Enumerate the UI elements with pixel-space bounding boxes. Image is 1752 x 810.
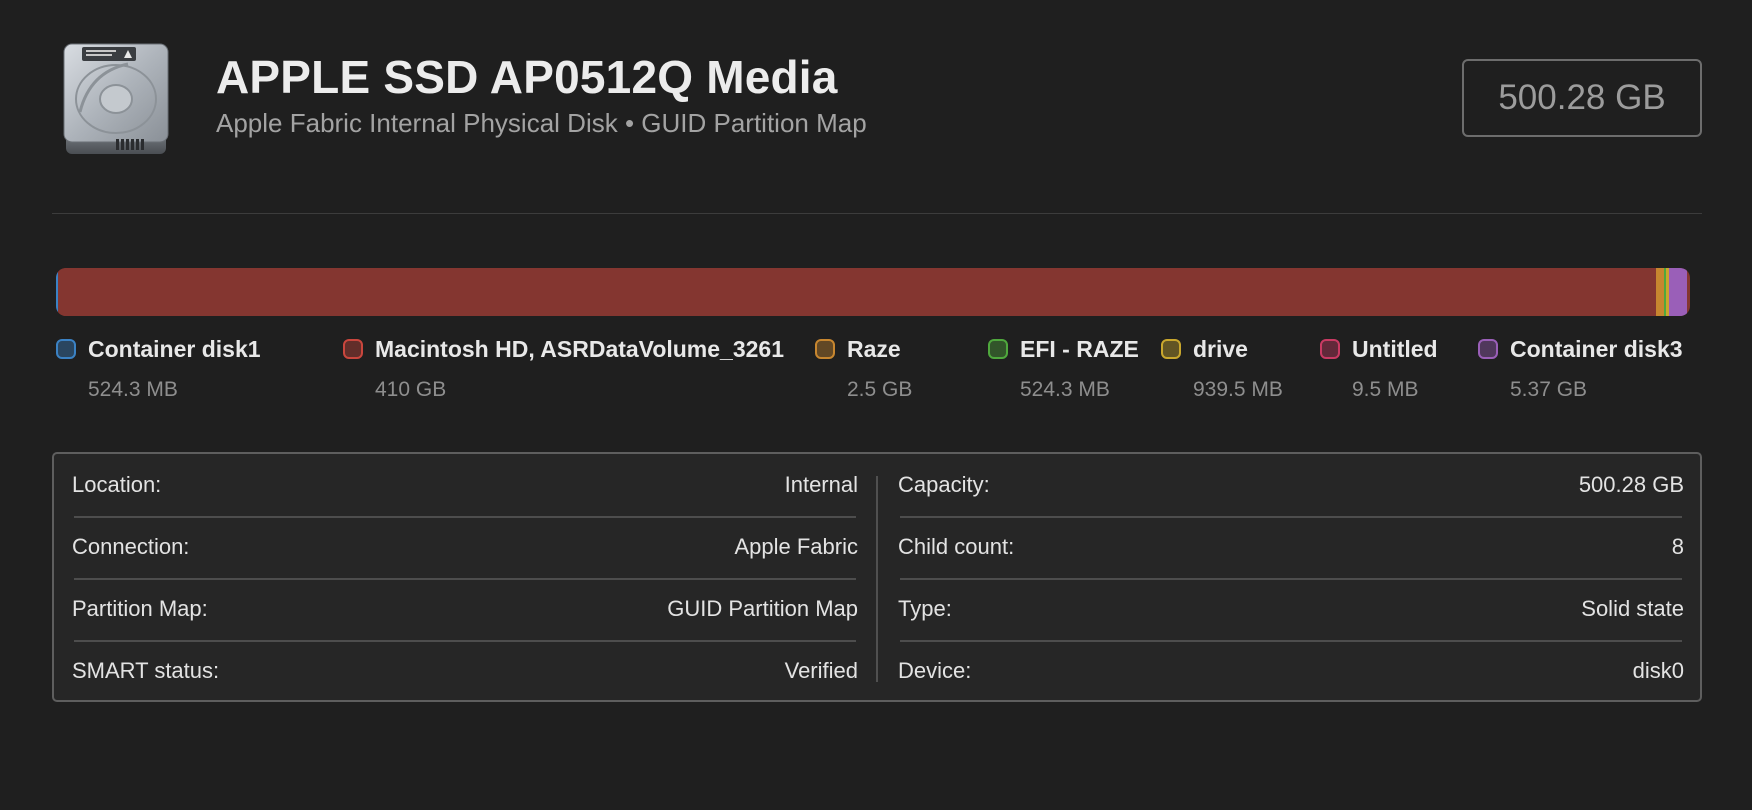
info-label: Partition Map: bbox=[72, 596, 208, 621]
hard-disk-icon bbox=[60, 42, 172, 158]
info-row-smart-status: SMART status: Verified bbox=[72, 640, 858, 702]
info-label: Type: bbox=[898, 596, 952, 621]
info-label: Location: bbox=[72, 472, 162, 497]
usage-segment[interactable] bbox=[1669, 268, 1687, 316]
legend-volume-size: 524.3 MB bbox=[88, 378, 178, 401]
info-column-right: Capacity: 500.28 GB Child count: 8 Type:… bbox=[880, 454, 1702, 700]
color-swatch-icon bbox=[343, 339, 363, 359]
legend-volume-size: 9.5 MB bbox=[1352, 378, 1419, 401]
disk-subtitle: Apple Fabric Internal Physical Disk • GU… bbox=[216, 108, 867, 138]
info-row-child-count: Child count: 8 bbox=[898, 516, 1684, 578]
disk-info-table: Location: Internal Connection: Apple Fab… bbox=[52, 452, 1702, 702]
usage-segment[interactable] bbox=[1655, 268, 1665, 316]
volume-legend: Container disk1 524.3 MB Macintosh HD, ASR… bbox=[0, 334, 1752, 404]
disk-size-badge: 500.28 GB bbox=[1462, 59, 1702, 137]
info-row-partition-map: Partition Map: GUID Partition Map bbox=[72, 578, 858, 640]
legend-volume-name: Container disk1 bbox=[88, 336, 261, 362]
color-swatch-icon bbox=[1478, 339, 1498, 359]
legend-volume-size: 524.3 MB bbox=[1020, 378, 1110, 401]
legend-volume-name: Raze bbox=[847, 336, 901, 362]
legend-volume-name: Macintosh HD, ASRDataVolume_3261 bbox=[375, 336, 785, 362]
info-value: Apple Fabric bbox=[734, 534, 858, 559]
color-swatch-icon bbox=[988, 339, 1008, 359]
info-value: Verified bbox=[784, 658, 858, 683]
info-row-location: Location: Internal bbox=[72, 454, 858, 516]
column-separator bbox=[876, 476, 878, 682]
legend-volume-size: 5.37 GB bbox=[1510, 378, 1588, 401]
info-value: 500.28 GB bbox=[1578, 472, 1684, 497]
info-label: Device: bbox=[898, 658, 972, 683]
color-swatch-icon bbox=[56, 339, 76, 359]
info-value: Internal bbox=[784, 472, 858, 497]
info-column-left: Location: Internal Connection: Apple Fab… bbox=[54, 454, 878, 700]
usage-segment[interactable] bbox=[57, 268, 1656, 316]
info-label: Connection: bbox=[72, 534, 190, 559]
legend-volume-size: 939.5 MB bbox=[1193, 378, 1283, 401]
info-row-capacity: Capacity: 500.28 GB bbox=[898, 454, 1684, 516]
info-label: Child count: bbox=[898, 534, 1015, 559]
info-row-type: Type: Solid state bbox=[898, 578, 1684, 640]
legend-volume-name: drive bbox=[1193, 336, 1248, 362]
info-value: disk0 bbox=[1632, 658, 1684, 683]
disk-header: APPLE SSD AP0512Q Media Apple Fabric Int… bbox=[52, 40, 1702, 160]
color-swatch-icon bbox=[1320, 339, 1340, 359]
color-swatch-icon bbox=[815, 339, 835, 359]
legend-volume-size: 410 GB bbox=[375, 378, 447, 401]
color-swatch-icon bbox=[1161, 339, 1181, 359]
legend-volume-name: EFI - RAZE bbox=[1020, 336, 1139, 362]
legend-volume-name: Untitled bbox=[1352, 336, 1438, 362]
disk-title: APPLE SSD AP0512Q Media bbox=[216, 51, 838, 103]
info-label: SMART status: bbox=[72, 658, 220, 683]
info-value: Solid state bbox=[1581, 596, 1684, 621]
legend-volume-name: Container disk3 bbox=[1510, 336, 1683, 362]
legend-volume-size: 2.5 GB bbox=[847, 378, 913, 401]
info-label: Capacity: bbox=[898, 472, 990, 497]
info-row-connection: Connection: Apple Fabric bbox=[72, 516, 858, 578]
info-row-device: Device: disk0 bbox=[898, 640, 1684, 702]
info-value: 8 bbox=[1671, 534, 1684, 559]
header-divider bbox=[52, 213, 1702, 214]
disk-usage-bar[interactable] bbox=[56, 268, 1690, 316]
info-value: GUID Partition Map bbox=[667, 596, 858, 621]
